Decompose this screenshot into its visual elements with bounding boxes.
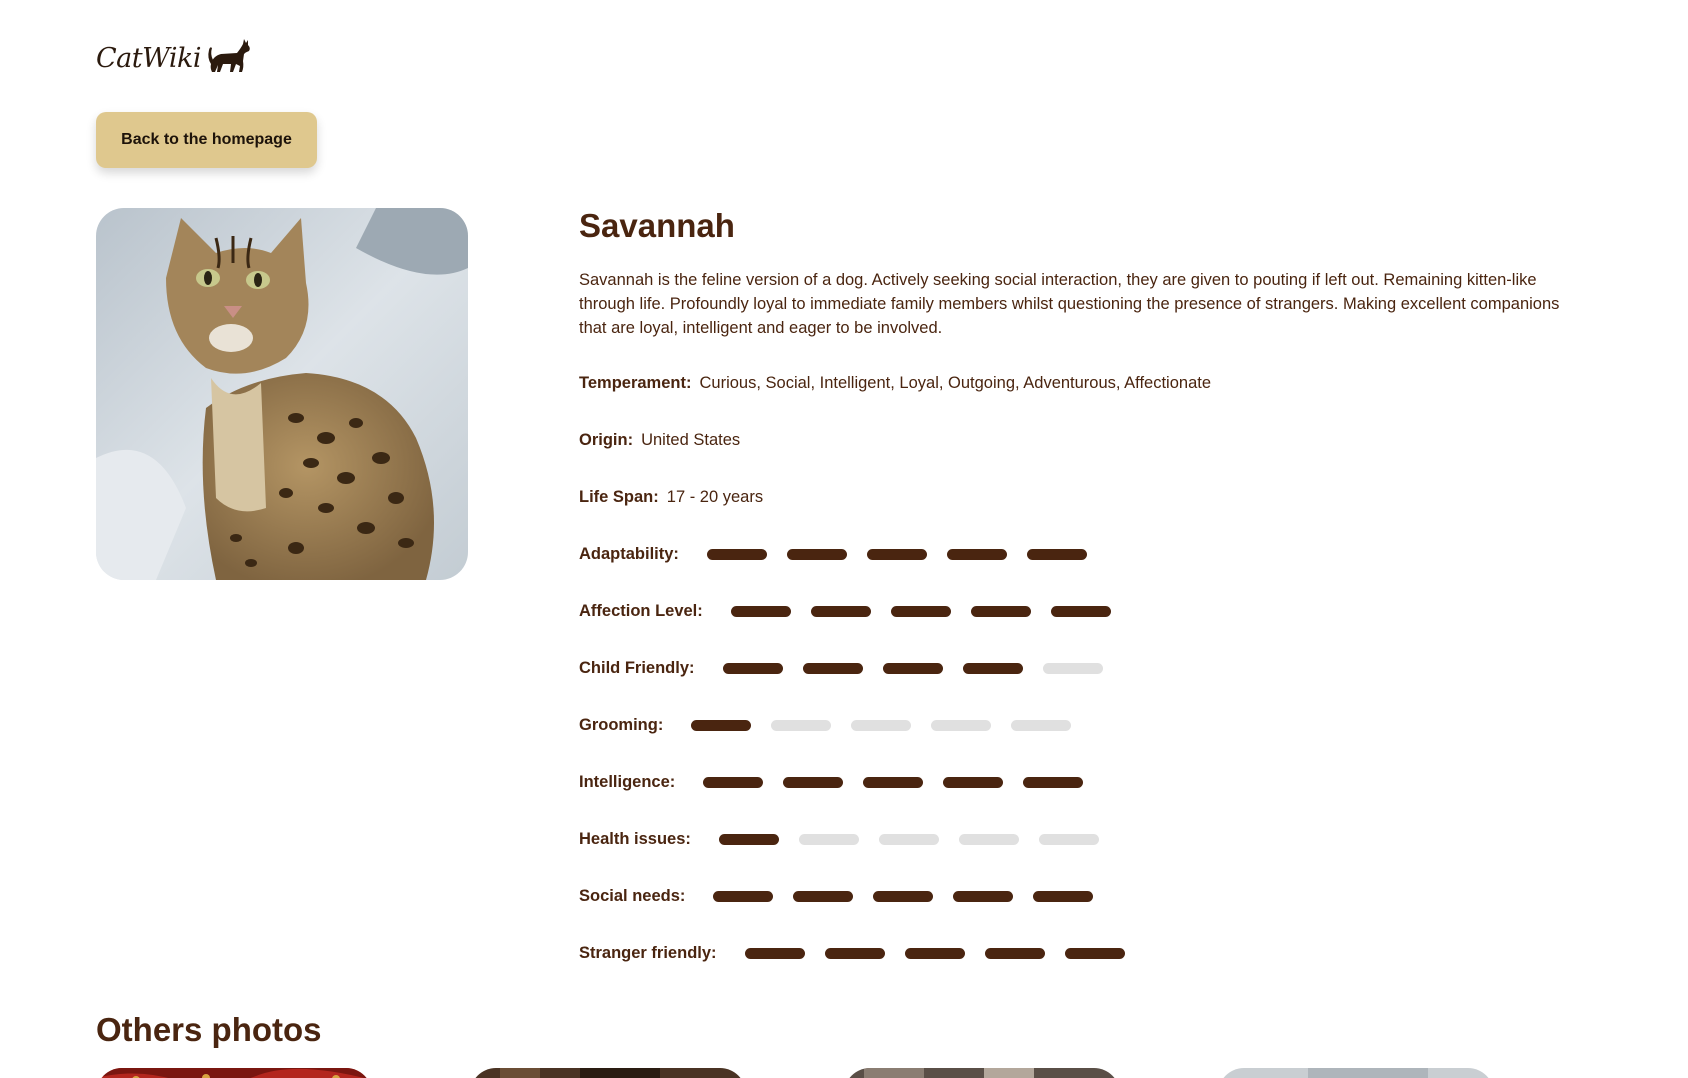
rating-bar-empty [1038,833,1099,845]
other-photo-thumbnail[interactable] [844,1068,1120,1078]
rating-row: Stranger friendly: [579,941,1125,965]
rating-bar-filled [882,662,943,674]
rating-bar-filled [890,605,951,617]
rating-bars [713,890,1094,902]
rating-bar-filled [943,776,1004,788]
rating-label: Affection Level: [579,601,703,620]
life-span-value: 17 - 20 years [666,487,764,506]
rating-bar-filled [793,890,854,902]
rating-row: Health issues: [579,827,1099,851]
breed-name: Savannah [579,207,735,244]
rating-row: Affection Level: [579,599,1111,623]
rating-bar-filled [984,947,1045,959]
rating-bar-filled [713,890,774,902]
rating-bar-filled [1033,890,1094,902]
rating-bar-empty [1042,662,1103,674]
rating-bar-empty [798,833,859,845]
rating-bar-filled [953,890,1014,902]
rating-label: Social needs: [579,886,686,905]
rating-bars [691,719,1072,731]
temperament-row: Temperament: Curious, Social, Intelligen… [579,371,1211,395]
rating-label: Intelligence: [579,772,676,791]
rating-row: Adaptability: [579,542,1087,566]
rating-bars [706,548,1087,560]
rating-bar-filled [802,662,863,674]
rating-bar-empty [931,719,992,731]
rating-bars [722,662,1103,674]
rating-bar-filled [703,776,764,788]
rating-bar-empty [1011,719,1072,731]
rating-bar-filled [1023,776,1084,788]
rating-bars [730,605,1111,617]
other-photo-thumbnail[interactable] [96,1068,372,1078]
rating-bar-filled [873,890,934,902]
rating-bar-filled [946,548,1007,560]
rating-bar-filled [783,776,844,788]
rating-bar-filled [866,548,927,560]
breed-description: Savannah is the feline version of a dog.… [579,271,1560,337]
rating-bar-empty [878,833,939,845]
temperament-label: Temperament: [579,373,692,392]
rating-bars [744,947,1125,959]
life-span-row: Life Span: 17 - 20 years [579,485,763,509]
rating-bar-empty [958,833,1019,845]
rating-label: Health issues: [579,829,691,848]
rating-bar-filled [810,605,871,617]
origin-row: Origin: United States [579,428,740,452]
rating-label: Adaptability: [579,544,679,563]
rating-bar-filled [1026,548,1087,560]
logo-text: CatWiki [96,43,202,74]
others-photos-title: Others photos [96,1011,322,1048]
rating-bar-filled [970,605,1031,617]
rating-bar-filled [1064,947,1125,959]
rating-bar-filled [730,605,791,617]
rating-bar-empty [851,719,912,731]
rating-bar-filled [691,719,752,731]
rating-bar-filled [722,662,783,674]
rating-bar-filled [786,548,847,560]
rating-bar-filled [718,833,779,845]
life-span-label: Life Span: [579,487,659,506]
rating-label: Grooming: [579,715,664,734]
rating-row: Child Friendly: [579,656,1103,680]
rating-row: Grooming: [579,713,1072,737]
other-photo-thumbnail[interactable] [1218,1068,1494,1078]
breed-main-photo [96,208,468,580]
rating-label: Stranger friendly: [579,943,717,962]
origin-value: United States [641,430,741,449]
rating-label: Child Friendly: [579,658,695,677]
rating-bars [718,833,1099,845]
rating-row: Intelligence: [579,770,1084,794]
catwiki-logo[interactable]: CatWiki [96,34,255,74]
rating-bar-filled [744,947,805,959]
rating-bar-filled [706,548,767,560]
temperament-value: Curious, Social, Intelligent, Loyal, Out… [699,373,1212,392]
rating-bar-filled [962,662,1023,674]
rating-bar-filled [863,776,924,788]
rating-bar-filled [824,947,885,959]
breed-details: Savannah Savannah is the feline version … [579,206,1579,340]
other-photo-thumbnail[interactable] [470,1068,746,1078]
back-to-homepage-button[interactable]: Back to the homepage [96,112,317,168]
rating-bars [703,776,1084,788]
rating-bar-empty [771,719,832,731]
rating-bar-filled [1050,605,1111,617]
origin-label: Origin: [579,430,634,449]
rating-bar-filled [904,947,965,959]
others-photos-grid [96,1068,1494,1078]
cat-silhouette-icon [208,39,250,72]
rating-row: Social needs: [579,884,1094,908]
